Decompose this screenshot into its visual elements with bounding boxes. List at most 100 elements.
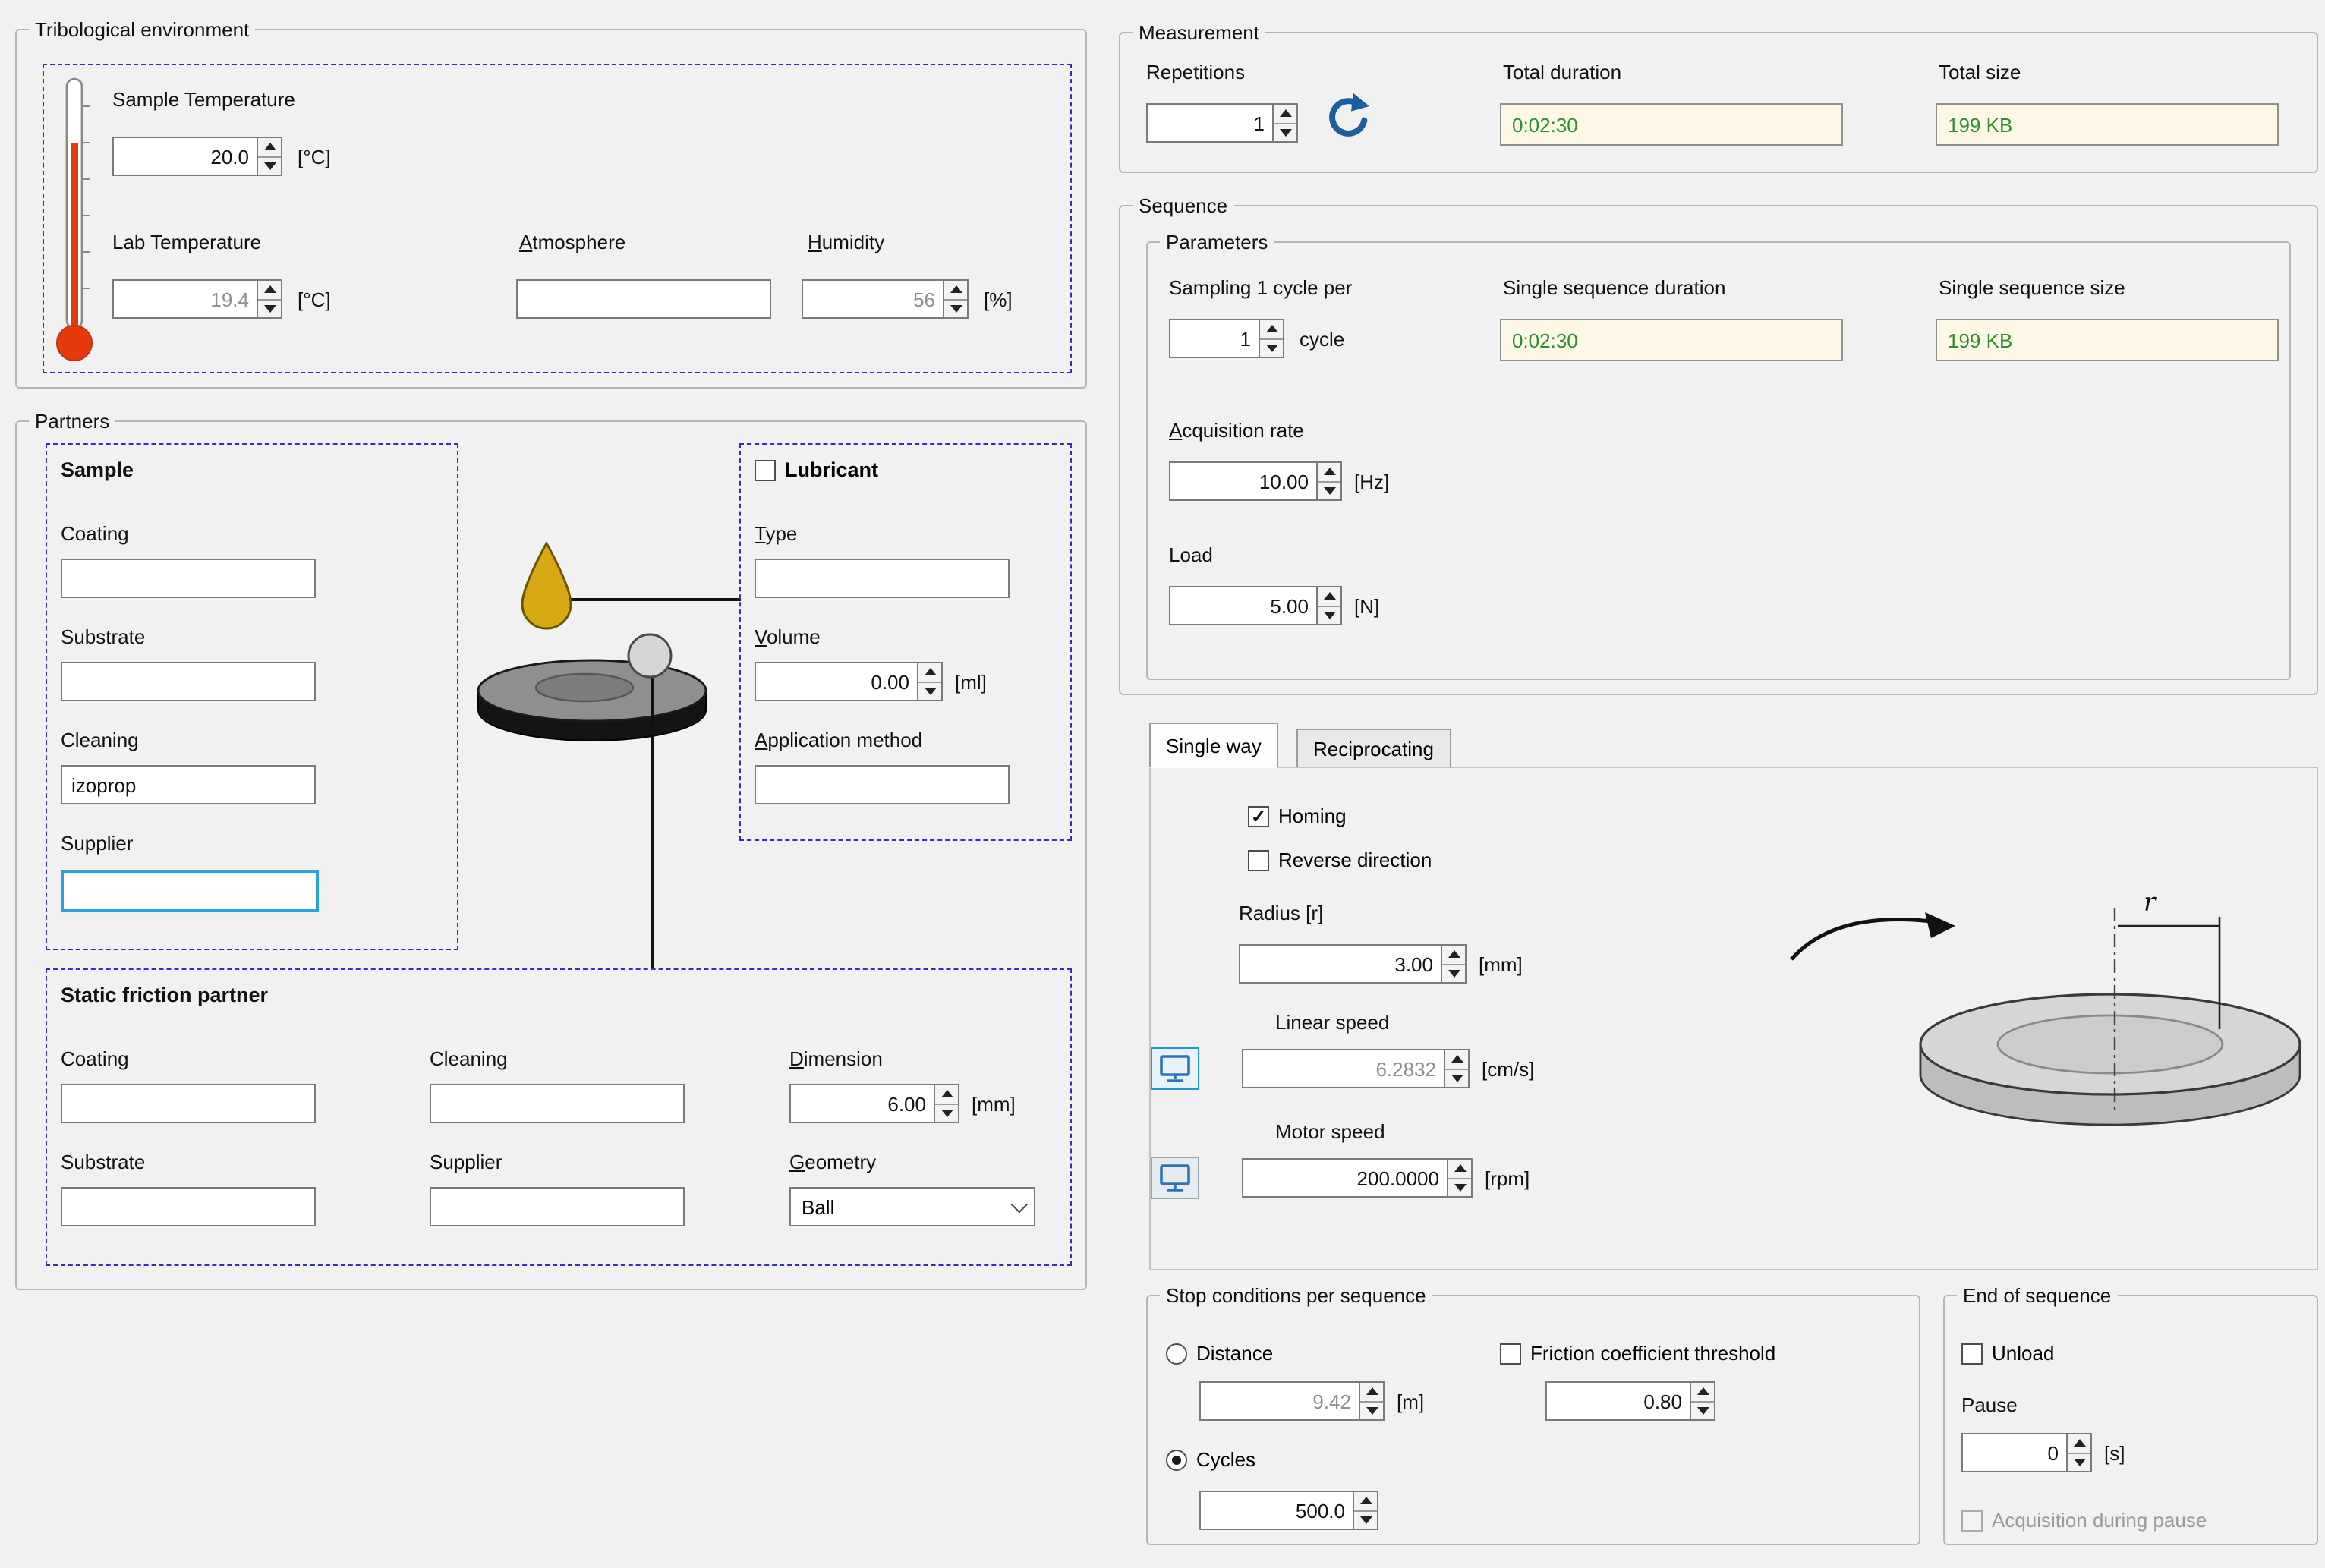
pause-spin-buttons[interactable] <box>2066 1433 2092 1472</box>
spin-up-icon[interactable] <box>935 1085 958 1103</box>
spin-up-icon[interactable] <box>1360 1383 1383 1400</box>
sample-temperature-spin-buttons[interactable] <box>257 137 282 176</box>
linear-speed-spin-buttons[interactable] <box>1444 1049 1470 1088</box>
sample-cleaning-input[interactable] <box>61 765 316 804</box>
acquisition-rate-spin-buttons[interactable] <box>1316 461 1342 501</box>
unload-checkbox[interactable]: Unload <box>1961 1342 2054 1365</box>
spin-up-icon[interactable] <box>1274 105 1296 122</box>
spin-down-icon[interactable] <box>1260 338 1283 357</box>
pause-input[interactable] <box>1961 1433 2066 1472</box>
radius-input[interactable] <box>1239 944 1441 984</box>
spin-up-icon[interactable] <box>1448 1160 1471 1177</box>
spin-up-icon[interactable] <box>1354 1492 1377 1510</box>
spin-up-icon[interactable] <box>1691 1383 1714 1400</box>
radio-icon <box>1166 1449 1187 1470</box>
lubricant-volume-spin-buttons[interactable] <box>917 662 943 701</box>
spin-down-icon[interactable] <box>258 156 281 175</box>
static-substrate-input[interactable] <box>61 1187 316 1226</box>
application-method-input[interactable] <box>755 765 1010 804</box>
spin-up-icon[interactable] <box>258 281 281 298</box>
cycles-radio[interactable]: Cycles <box>1166 1448 1255 1471</box>
sample-substrate-input[interactable] <box>61 662 316 701</box>
spin-down-icon[interactable] <box>935 1103 958 1122</box>
spin-down-icon[interactable] <box>1448 1177 1471 1196</box>
dimension-spin-buttons[interactable] <box>934 1084 959 1123</box>
spin-down-icon[interactable] <box>2068 1452 2090 1471</box>
spin-down-icon[interactable] <box>258 298 281 317</box>
linear-speed-display-button[interactable] <box>1151 1047 1199 1090</box>
lubricant-volume-input[interactable] <box>755 662 917 701</box>
friction-threshold-input[interactable] <box>1545 1381 1690 1421</box>
spin-down-icon[interactable] <box>1318 480 1340 499</box>
static-cleaning-input[interactable] <box>430 1084 685 1123</box>
load-spin-buttons[interactable] <box>1316 586 1342 625</box>
cycles-input[interactable] <box>1199 1491 1353 1530</box>
load-unit: [N] <box>1354 595 1379 618</box>
lab-temperature-spin-buttons[interactable] <box>257 279 282 319</box>
load-input[interactable] <box>1169 586 1316 625</box>
friction-threshold-checkbox[interactable]: Friction coefficient threshold <box>1500 1342 1775 1365</box>
spin-up-icon[interactable] <box>918 663 941 681</box>
spin-down-icon[interactable] <box>944 298 967 317</box>
dimension-input[interactable] <box>789 1084 934 1123</box>
spin-down-icon[interactable] <box>1691 1400 1714 1419</box>
lubricant-type-input[interactable] <box>755 559 1010 598</box>
spin-down-icon[interactable] <box>1274 122 1296 141</box>
spin-up-icon[interactable] <box>944 281 967 298</box>
spin-up-icon[interactable] <box>1445 1050 1468 1068</box>
motor-speed-input[interactable] <box>1242 1158 1447 1198</box>
lab-temperature-input[interactable] <box>112 279 257 319</box>
linear-speed-input[interactable] <box>1242 1049 1444 1088</box>
single-duration-label: Single sequence duration <box>1503 276 1725 299</box>
repeat-icon[interactable] <box>1324 91 1372 152</box>
sample-coating-input[interactable] <box>61 559 316 598</box>
repetitions-spin-buttons[interactable] <box>1272 103 1298 143</box>
spin-up-icon[interactable] <box>1318 463 1340 480</box>
spin-down-icon[interactable] <box>1318 605 1340 624</box>
spin-down-icon[interactable] <box>1360 1400 1383 1419</box>
spin-up-icon[interactable] <box>1318 587 1340 605</box>
spin-down-icon[interactable] <box>1354 1510 1377 1529</box>
acquisition-rate-spinner <box>1169 461 1342 501</box>
spin-down-icon[interactable] <box>918 681 941 700</box>
repetitions-input[interactable] <box>1146 103 1272 143</box>
spin-up-icon[interactable] <box>1260 320 1283 338</box>
acquisition-during-pause-checkbox[interactable]: Acquisition during pause <box>1961 1509 2207 1532</box>
sampling-input[interactable] <box>1169 319 1259 358</box>
distance-radio[interactable]: Distance <box>1166 1342 1273 1365</box>
static-coating-input[interactable] <box>61 1084 316 1123</box>
motor-speed-display-button[interactable] <box>1151 1157 1199 1199</box>
lubricant-checkbox[interactable]: Lubricant <box>755 458 878 481</box>
radius-spin-buttons[interactable] <box>1441 944 1467 984</box>
reverse-direction-checkbox[interactable]: Reverse direction <box>1248 849 1432 871</box>
atmosphere-input[interactable] <box>516 279 771 319</box>
tab-reciprocating[interactable]: Reciprocating <box>1296 729 1451 768</box>
motor-speed-spin-buttons[interactable] <box>1447 1158 1473 1198</box>
checkbox-icon <box>1500 1343 1521 1364</box>
lubricant-volume-unit: [ml] <box>955 671 987 694</box>
spin-up-icon[interactable] <box>1442 946 1465 963</box>
cycles-spin-buttons[interactable] <box>1353 1491 1378 1530</box>
sampling-spin-buttons[interactable] <box>1259 319 1284 358</box>
rotating-disk-illustration: r <box>1731 880 2308 1169</box>
sample-supplier-label: Supplier <box>61 832 133 855</box>
friction-threshold-spin-buttons[interactable] <box>1690 1381 1715 1421</box>
spin-down-icon[interactable] <box>1442 963 1465 982</box>
homing-checkbox[interactable]: Homing <box>1248 804 1347 827</box>
humidity-spin-buttons[interactable] <box>943 279 969 319</box>
distance-label: Distance <box>1196 1342 1273 1365</box>
distance-spin-buttons[interactable] <box>1359 1381 1385 1421</box>
humidity-input[interactable] <box>802 279 943 319</box>
tab-single-way[interactable]: Single way <box>1149 723 1278 768</box>
single-size-label: Single sequence size <box>1939 276 2125 299</box>
spin-up-icon[interactable] <box>2068 1434 2090 1452</box>
geometry-select[interactable]: Ball <box>789 1187 1035 1226</box>
acquisition-rate-input[interactable] <box>1169 461 1316 501</box>
sample-temperature-input[interactable] <box>112 137 257 176</box>
distance-input[interactable] <box>1199 1381 1359 1421</box>
spin-down-icon[interactable] <box>1445 1068 1468 1087</box>
spin-up-icon[interactable] <box>258 138 281 156</box>
sample-supplier-input[interactable] <box>61 870 319 912</box>
pause-spinner <box>1961 1433 2092 1472</box>
static-supplier-input[interactable] <box>430 1187 685 1226</box>
